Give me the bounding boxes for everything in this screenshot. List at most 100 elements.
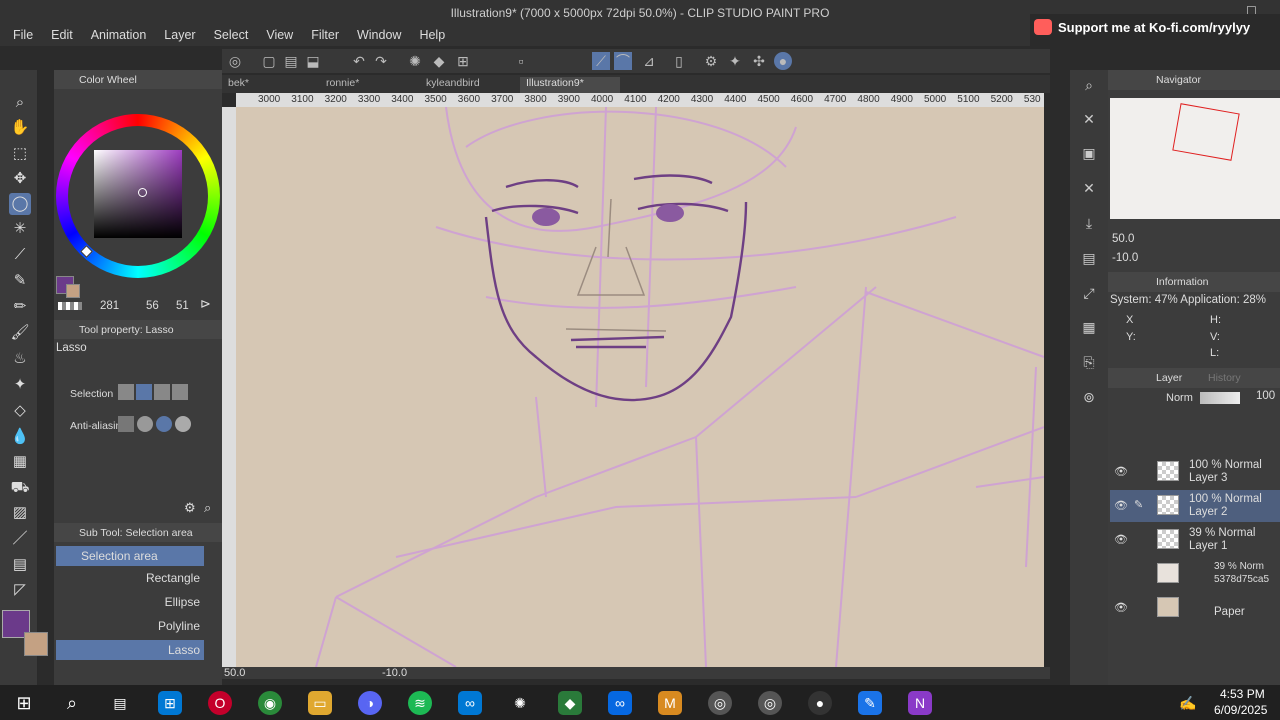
- selection-mode-buttons[interactable]: [118, 384, 208, 402]
- visibility-eye-icon[interactable]: 👁: [1114, 499, 1128, 512]
- photos-icon[interactable]: ∞: [458, 691, 482, 715]
- clip-studio-active-icon[interactable]: ◎: [758, 691, 782, 715]
- visibility-eye-icon[interactable]: 👁: [1114, 601, 1128, 614]
- file-explorer-icon[interactable]: ▭: [308, 691, 332, 715]
- menu-edit[interactable]: Edit: [44, 26, 80, 46]
- plugin-icon[interactable]: ✣: [750, 52, 768, 70]
- sub-tool-rectangle[interactable]: Rectangle: [56, 568, 204, 588]
- move-tool-icon[interactable]: ✥: [9, 168, 31, 190]
- layer-tab[interactable]: Layer: [1156, 372, 1182, 384]
- notes-icon[interactable]: ✎: [858, 691, 882, 715]
- layer-row-3[interactable]: 👁 100 % Normal Layer 3: [1110, 456, 1280, 488]
- tab-kyleandbird[interactable]: kyleandbird: [420, 77, 516, 93]
- pencil-tool-icon[interactable]: ✏: [9, 296, 31, 318]
- kofi-banner[interactable]: Support me at Ko-fi.com/ryylyy: [1030, 14, 1280, 40]
- layer-property-icon[interactable]: ▣: [1078, 142, 1100, 164]
- transform-icon[interactable]: ⊞: [454, 52, 472, 70]
- opacity-value[interactable]: 100: [1256, 390, 1275, 402]
- pen-tool-icon[interactable]: ✎: [9, 270, 31, 292]
- menu-animation[interactable]: Animation: [84, 26, 154, 46]
- layer-row-paper[interactable]: 👁 Paper: [1110, 592, 1280, 624]
- phone-icon[interactable]: ▯: [670, 52, 688, 70]
- blend-tool-icon[interactable]: 💧: [9, 426, 31, 448]
- figure-tool-icon[interactable]: ▦: [9, 451, 31, 473]
- navigator-preview[interactable]: [1110, 98, 1280, 219]
- canvas-angle-value[interactable]: -10.0: [382, 667, 407, 679]
- navigator-viewport[interactable]: [1172, 103, 1240, 161]
- new-file-icon[interactable]: ▢: [260, 52, 278, 70]
- sub-tool-polyline[interactable]: Polyline: [56, 616, 204, 636]
- animation-icon[interactable]: ⎘: [1078, 351, 1100, 373]
- menu-filter[interactable]: Filter: [304, 26, 346, 46]
- onenote-icon[interactable]: N: [908, 691, 932, 715]
- clock-time[interactable]: 4:53 PM: [1220, 687, 1265, 701]
- hand-tool-icon[interactable]: ✋: [9, 117, 31, 139]
- camera-icon[interactable]: ⊚: [1078, 386, 1100, 408]
- frame-tool-icon[interactable]: ▤: [9, 554, 31, 576]
- tool-settings-icon[interactable]: ⚙: [184, 500, 196, 516]
- fill-icon[interactable]: ◆: [430, 52, 448, 70]
- undo-icon[interactable]: ↶: [350, 52, 368, 70]
- meta-icon[interactable]: ∞: [608, 691, 632, 715]
- transparent-swatch[interactable]: [58, 302, 82, 310]
- visibility-eye-icon[interactable]: 👁: [1114, 465, 1128, 478]
- eyedropper-icon[interactable]: ⟋: [9, 244, 31, 266]
- tab-bek[interactable]: bek*: [222, 77, 318, 93]
- antialias-buttons[interactable]: [118, 416, 208, 434]
- companion-icon[interactable]: ●: [774, 52, 792, 70]
- layer-row-1[interactable]: 👁 39 % Normal Layer 1: [1110, 524, 1280, 556]
- magic-wand-icon[interactable]: ✳: [9, 218, 31, 240]
- menu-file[interactable]: File: [6, 26, 40, 46]
- layer-icon[interactable]: ▦: [1078, 316, 1100, 338]
- menu-select[interactable]: Select: [207, 26, 256, 46]
- sub-tool-lasso[interactable]: Lasso: [56, 640, 204, 660]
- sub-tool-selection-area[interactable]: Selection area: [56, 546, 204, 566]
- eraser-tool-icon[interactable]: ◇: [9, 400, 31, 422]
- app-icon-leaf[interactable]: ◆: [558, 691, 582, 715]
- tab-illustration9[interactable]: Illustration9*: [520, 77, 620, 93]
- blend-mode-select[interactable]: Norm: [1166, 392, 1193, 404]
- search-icon[interactable]: ⌕: [60, 691, 84, 715]
- history-tab[interactable]: History: [1208, 372, 1241, 384]
- assets-icon[interactable]: ⚙: [702, 52, 720, 70]
- gradient-tool-icon[interactable]: ▨: [9, 502, 31, 524]
- drawing-canvas[interactable]: [236, 107, 1044, 667]
- snap-ruler-icon[interactable]: ⟋: [592, 52, 610, 70]
- expand-icon[interactable]: ⤢: [1078, 282, 1100, 304]
- menu-window[interactable]: Window: [350, 26, 408, 46]
- airbrush-icon[interactable]: ♨: [9, 348, 31, 370]
- wheel-sub-swatch[interactable]: [66, 284, 80, 298]
- opacity-slider[interactable]: [1200, 392, 1240, 404]
- snap-grid-icon[interactable]: ⊿: [640, 52, 658, 70]
- menu-layer[interactable]: Layer: [157, 26, 202, 46]
- settings-icon[interactable]: ✦: [726, 52, 744, 70]
- task-view-icon[interactable]: ▤: [108, 691, 132, 715]
- app-icon-gear[interactable]: ✺: [508, 691, 532, 715]
- save-icon[interactable]: ⬓: [304, 52, 322, 70]
- snap-special-icon[interactable]: ⌒: [614, 52, 632, 70]
- deselect-icon[interactable]: ▫: [512, 52, 530, 70]
- visibility-eye-icon[interactable]: 👁: [1114, 533, 1128, 546]
- opera-icon[interactable]: O: [208, 691, 232, 715]
- clock-date[interactable]: 6/09/2025: [1214, 703, 1267, 717]
- line-tool-icon[interactable]: ／: [9, 528, 31, 550]
- menu-view[interactable]: View: [259, 26, 300, 46]
- download-icon[interactable]: ⤓: [1078, 212, 1100, 234]
- menu-help[interactable]: Help: [412, 26, 452, 46]
- obs-icon[interactable]: ●: [808, 691, 832, 715]
- clip-studio-taskbar-icon[interactable]: ◎: [708, 691, 732, 715]
- canvas-zoom-value[interactable]: 50.0: [224, 667, 245, 679]
- discord-icon[interactable]: ◑: [358, 691, 382, 715]
- ruler-tool-icon[interactable]: ◸: [9, 579, 31, 601]
- store-icon[interactable]: ⊞: [158, 691, 182, 715]
- gmail-icon[interactable]: M: [658, 691, 682, 715]
- clear-icon[interactable]: ✺: [406, 52, 424, 70]
- sub-color-swatch[interactable]: [24, 632, 48, 656]
- close-panel-icon[interactable]: ✕: [1078, 177, 1100, 199]
- brush-tool-icon[interactable]: 🖌: [9, 322, 31, 344]
- tool-search-icon[interactable]: ⌕: [204, 500, 211, 516]
- fill-tool-icon[interactable]: ⛟: [9, 477, 31, 499]
- operation-tool-icon[interactable]: ⬚: [9, 143, 31, 165]
- clip-studio-icon[interactable]: ◎: [226, 52, 244, 70]
- decoration-icon[interactable]: ✦: [9, 374, 31, 396]
